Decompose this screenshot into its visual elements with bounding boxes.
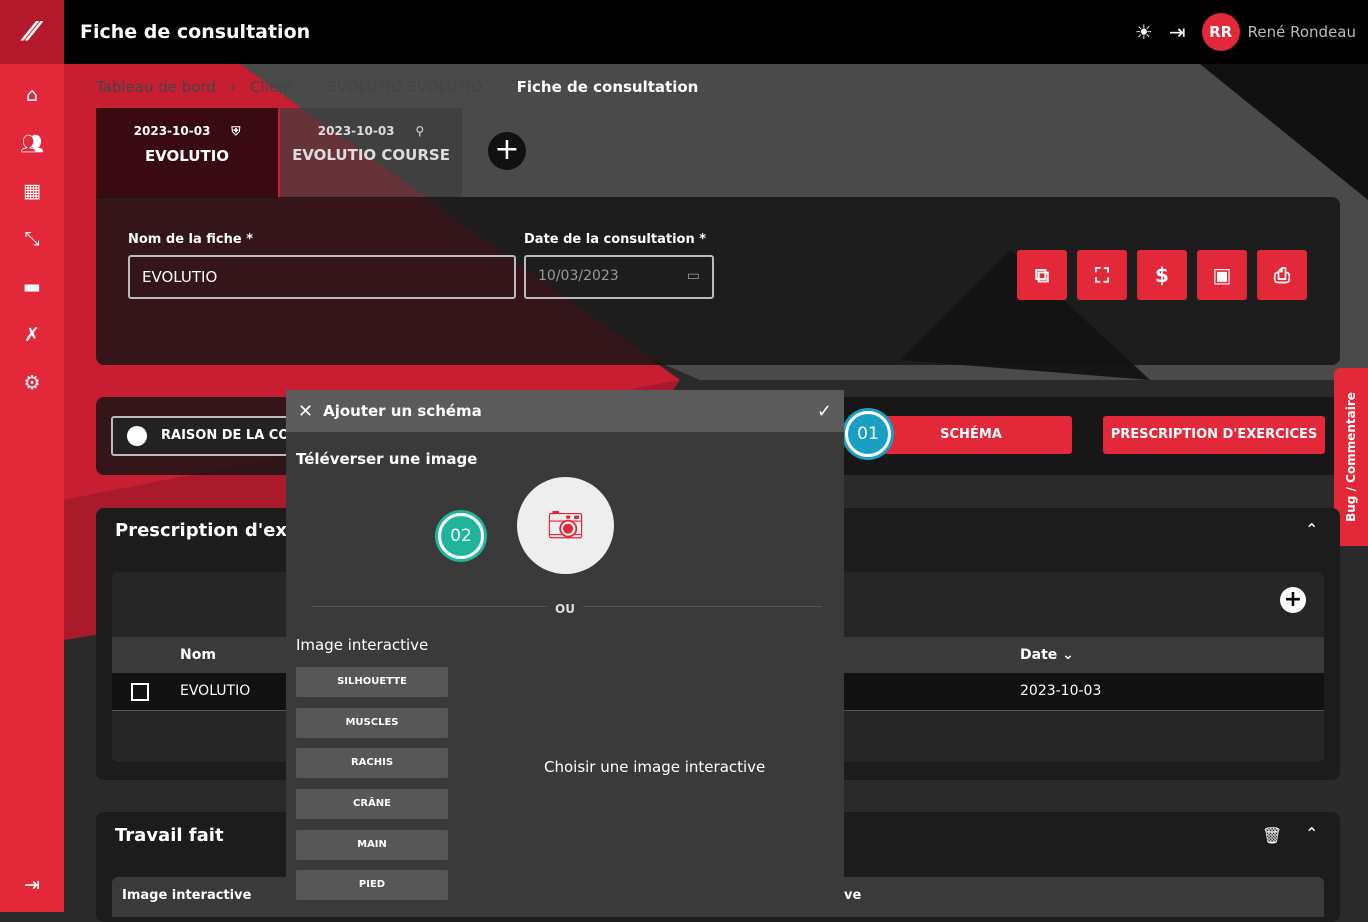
calendar-icon[interactable]: ▦ bbox=[0, 180, 64, 202]
print-button[interactable]: ⎙ bbox=[1257, 250, 1307, 300]
breadcrumb-dashboard[interactable]: Tableau de bord bbox=[96, 78, 216, 96]
theme-toggle-icon[interactable]: ☀ bbox=[1135, 20, 1153, 44]
copy-button[interactable]: ⧉ bbox=[1017, 250, 1067, 300]
breadcrumb: Tableau de bord › Client › EVOLUTIO EVOLUT… bbox=[96, 78, 699, 96]
message-icon[interactable]: ▬ bbox=[0, 276, 64, 298]
travail-title: Travail fait bbox=[115, 825, 224, 846]
breadcrumb-client-name[interactable]: EVOLUTIO EVOLUTIO bbox=[327, 78, 482, 96]
row-nom: EVOLUTIO bbox=[180, 683, 251, 699]
user-name[interactable]: René Rondeau bbox=[1248, 23, 1356, 41]
prescription-button[interactable]: PRESCRIPTION D'EXERCICES bbox=[1103, 416, 1325, 454]
col-nom[interactable]: Nom bbox=[180, 647, 216, 663]
avatar[interactable]: RR bbox=[1201, 13, 1240, 51]
schema-button[interactable]: SCHÉMA bbox=[870, 416, 1072, 454]
upload-label: Téléverser une image bbox=[296, 450, 478, 468]
interactive-label: Image interactive bbox=[296, 636, 429, 654]
add-exercise-button[interactable]: + bbox=[1280, 587, 1306, 613]
tab-date: 2023-10-03 bbox=[133, 124, 211, 138]
col-right: ve bbox=[844, 888, 862, 903]
collapse-chevron-icon[interactable]: ⌃ bbox=[1305, 824, 1318, 843]
tab-date: 2023-10-03 bbox=[317, 124, 395, 138]
confirm-check-icon[interactable]: ✓ bbox=[817, 401, 832, 422]
raison-toggle[interactable]: RAISON DE LA CON bbox=[111, 416, 311, 456]
save-button[interactable]: ▣ bbox=[1197, 250, 1247, 300]
breadcrumb-client[interactable]: Client bbox=[250, 78, 293, 96]
option-crane[interactable]: CRÂNE bbox=[296, 789, 448, 819]
name-input[interactable]: EVOLUTIO bbox=[128, 255, 516, 299]
logout-icon[interactable]: ⇥ bbox=[1169, 20, 1186, 44]
sidebar: ⌂ 👥︎ ▦ ⤡ ▬ ✗ ⚙ ⇥ bbox=[0, 64, 64, 912]
row-date: 2023-10-03 bbox=[1020, 683, 1102, 699]
home-icon[interactable]: ⌂ bbox=[0, 84, 64, 106]
calendar-icon: ▭ bbox=[686, 268, 700, 284]
fullscreen-button[interactable]: ⛶ bbox=[1077, 250, 1127, 300]
name-label: Nom de la fiche * bbox=[128, 232, 254, 247]
running-icon: ⚲ bbox=[415, 124, 425, 138]
option-main[interactable]: MAIN bbox=[296, 830, 448, 860]
expand-icon[interactable]: ⤡ bbox=[0, 228, 64, 250]
interactive-placeholder: Choisir une image interactive bbox=[544, 758, 766, 776]
date-label: Date de la consultation * bbox=[524, 232, 707, 247]
dialog-title: Ajouter un schéma bbox=[323, 402, 482, 420]
shield-plus-icon: ⛨ bbox=[231, 124, 241, 138]
step-badge-02: 02 bbox=[438, 513, 484, 559]
tab-name: EVOLUTIO bbox=[144, 147, 230, 165]
row-checkbox[interactable] bbox=[131, 683, 149, 701]
top-bar: ⁄⁄ Fiche de consultation ☀ ⇥ RR René Ron… bbox=[0, 0, 1368, 64]
add-schema-dialog: ✕ Ajouter un schéma ✓ Téléverser une image… bbox=[286, 390, 844, 912]
page-title: Fiche de consultation bbox=[80, 21, 311, 43]
option-pied[interactable]: PIED bbox=[296, 870, 448, 900]
settings-icon[interactable]: ⚙ bbox=[0, 372, 64, 394]
tab-name: EVOLUTIO COURSE bbox=[292, 146, 450, 164]
tab-evolutio[interactable]: 2023-10-03 ⛨ EVOLUTIO bbox=[96, 108, 278, 198]
step-badge-01: 01 bbox=[845, 411, 891, 457]
app-logo[interactable]: ⁄⁄ bbox=[0, 0, 64, 64]
close-icon[interactable]: ✕ bbox=[298, 401, 313, 422]
trash-icon[interactable]: 🗑︎ bbox=[1262, 826, 1282, 845]
col-date[interactable]: Date ⌄ bbox=[1020, 647, 1074, 663]
option-rachis[interactable]: RACHIS bbox=[296, 748, 448, 778]
option-silhouette[interactable]: SILHOUETTE bbox=[296, 667, 448, 697]
collapse-icon[interactable]: ⇥ bbox=[0, 874, 64, 896]
date-input[interactable]: 10/03/2023 ▭ bbox=[524, 255, 714, 299]
add-tab-button[interactable]: + bbox=[488, 132, 526, 170]
option-muscles[interactable]: MUSCLES bbox=[296, 708, 448, 738]
sort-chevron-icon: ⌄ bbox=[1062, 647, 1074, 663]
tab-evolutio-course[interactable]: 2023-10-03 ⚲ EVOLUTIO COURSE bbox=[280, 108, 462, 198]
toggle-knob bbox=[127, 426, 147, 446]
users-icon[interactable]: 👥︎ bbox=[0, 132, 64, 155]
camera-upload-button[interactable]: 📷︎ bbox=[517, 477, 614, 574]
or-divider: OU bbox=[547, 602, 583, 616]
breadcrumb-current: Fiche de consultation bbox=[516, 78, 699, 96]
billing-button[interactable]: $ bbox=[1137, 250, 1187, 300]
tools-icon[interactable]: ✗ bbox=[0, 324, 64, 346]
col-image-interactive: Image interactive bbox=[122, 888, 252, 903]
prescription-title: Prescription d'exer bbox=[115, 520, 309, 541]
collapse-chevron-icon[interactable]: ⌃ bbox=[1305, 520, 1318, 539]
